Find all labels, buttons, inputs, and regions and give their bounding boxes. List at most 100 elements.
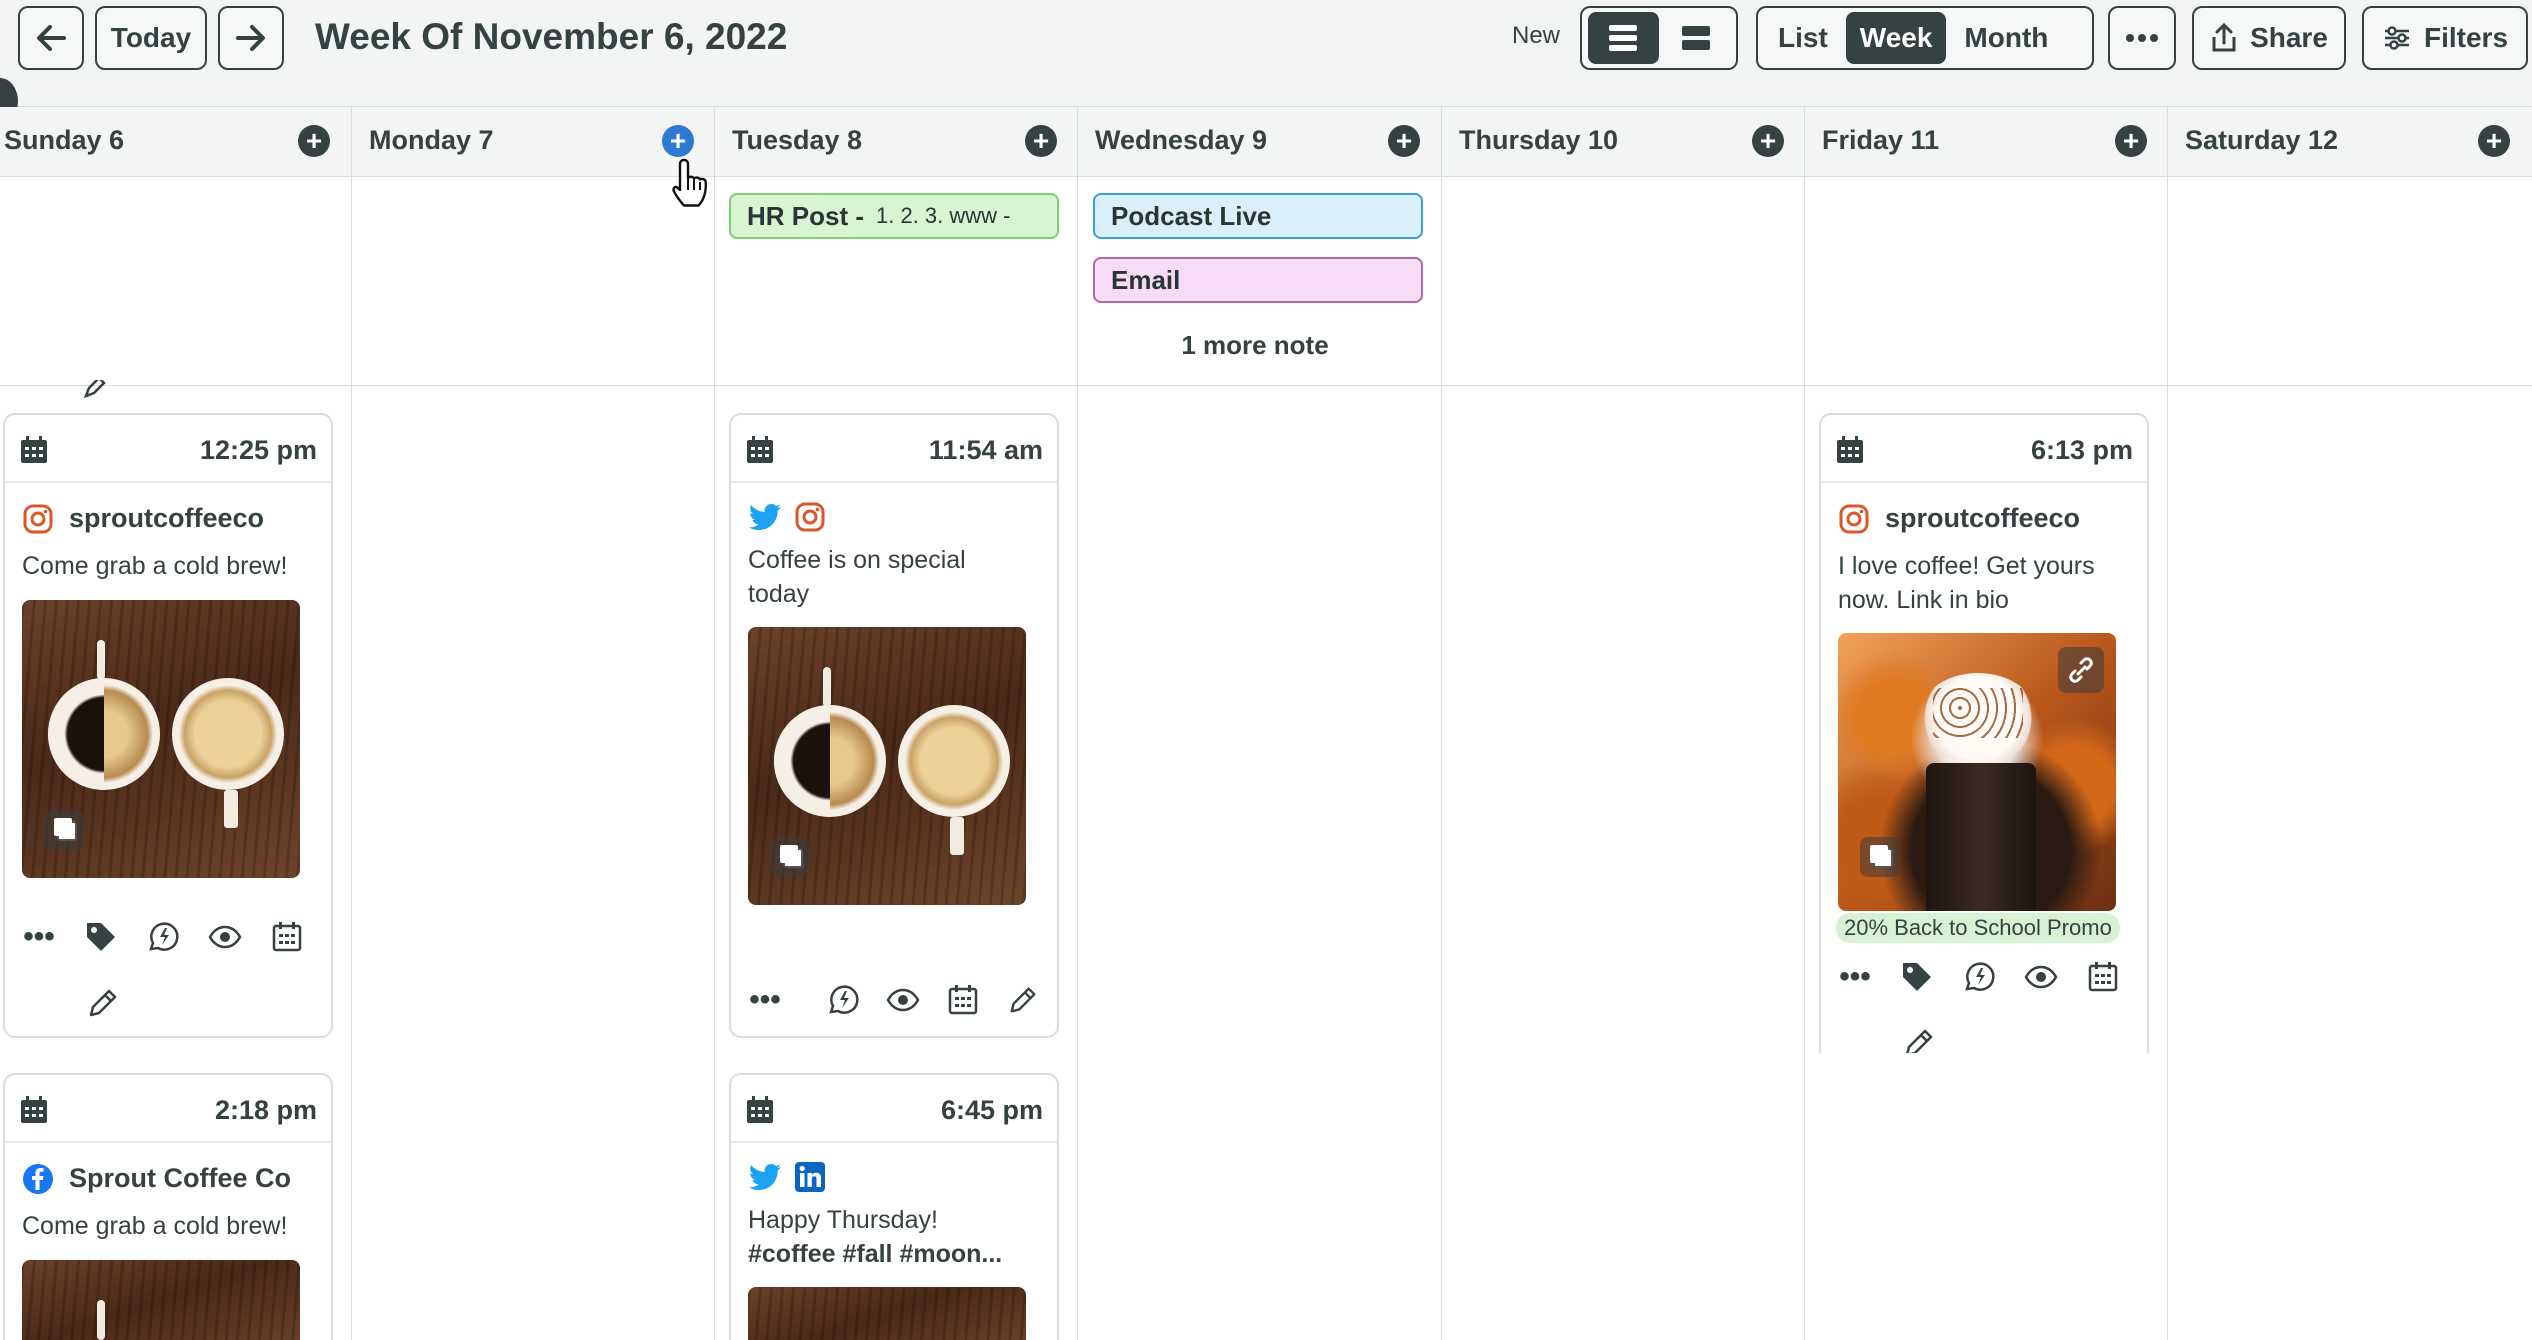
calendar-icon [1837,436,1863,463]
post-card[interactable]: 6:45 pm Happy Thursday! #coffee #fall #m… [729,1073,1059,1340]
view-list-tab[interactable]: List [1764,12,1842,64]
post-card[interactable]: 2:18 pm Sprout Coffee Co Come grab a col… [3,1073,333,1340]
day-header-friday: Friday 11 + [1804,107,2166,177]
share-button[interactable]: Share [2192,6,2346,70]
twitter-icon [749,1163,781,1191]
post-text: I love coffee! Get yours now. Link in bi… [1838,549,2095,617]
toolbar: Today Week Of November 6, 2022 New List … [0,0,2532,107]
pencil-icon[interactable] [82,380,110,398]
view-switcher: List Week Month [1756,6,2094,70]
add-post-friday-button[interactable]: + [2115,125,2147,157]
filters-label: Filters [2423,22,2509,53]
post-image[interactable] [22,1260,300,1340]
arrow-right-icon [236,25,265,51]
day-header-monday: Monday 7 + [351,107,713,177]
post-text-line: Happy Thursday! [748,1206,938,1234]
column-divider [1804,107,1805,1340]
instagram-icon [795,502,825,532]
link-icon [2069,657,2093,683]
layout-toggle [1580,6,1738,70]
note-title: Email [1111,264,1181,295]
add-post-wednesday-button[interactable]: + [1388,125,1420,157]
hand-cursor-icon [672,158,708,207]
add-post-monday-button[interactable]: + [662,125,694,157]
column-divider [1077,107,1078,1340]
post-time: 6:13 pm [2030,435,2133,465]
reschedule-calendar-icon[interactable] [270,920,304,954]
post-time: 12:25 pm [199,435,317,465]
boost-icon[interactable] [826,983,860,1017]
carousel-icon [44,810,84,850]
more-actions-icon[interactable]: ••• [22,920,56,954]
share-icon [2212,23,2236,52]
more-actions-icon[interactable]: ••• [1838,960,1872,994]
previous-week-button[interactable] [18,6,84,70]
reschedule-calendar-icon[interactable] [2086,960,2120,994]
post-text-line: I love coffee! Get yours [1838,552,2095,580]
note-email[interactable]: Email [1093,257,1423,303]
campaign-tag[interactable]: 20% Back to School Promo [1836,913,2120,943]
column-divider [351,107,352,1340]
boost-icon[interactable] [146,920,180,954]
post-text-line: now. Link in bio [1838,586,2009,614]
expanded-layout-button[interactable] [1588,12,1659,64]
more-options-button[interactable] [2108,6,2176,70]
compact-layout-button[interactable] [1663,12,1730,64]
column-divider [714,107,715,1340]
instagram-icon [23,504,53,534]
post-actions: ••• [1838,960,2120,994]
calendar-icon [747,436,773,463]
note-podcast-live[interactable]: Podcast Live [1093,193,1423,239]
add-post-saturday-button[interactable]: + [2478,125,2510,157]
tag-icon[interactable] [1900,960,1934,994]
preview-eye-icon[interactable] [208,920,242,954]
carousel-icon [1860,837,1900,877]
tag-icon[interactable] [84,920,118,954]
post-card-header: 6:45 pm [731,1075,1057,1143]
arrow-left-icon [37,25,66,51]
boost-icon[interactable] [1962,960,1996,994]
carousel-icon [770,837,810,877]
add-post-thursday-button[interactable]: + [1752,125,1784,157]
facebook-icon [23,1164,53,1194]
edit-pencil-icon[interactable] [85,985,121,1021]
more-actions-icon[interactable]: ••• [748,983,782,1017]
day-header-thursday: Thursday 10 + [1441,107,1803,177]
post-image[interactable] [22,600,300,878]
reschedule-calendar-icon[interactable] [946,983,980,1017]
post-card[interactable]: 12:25 pm sproutcoffeeco Come grab a cold… [3,413,333,1038]
next-week-button[interactable] [218,6,284,70]
post-text-line: Coffee is on special [748,546,966,574]
filters-button[interactable]: Filters [2362,6,2528,70]
calendar-icon [21,436,47,463]
today-button[interactable]: Today [95,6,207,70]
sliders-icon [2384,26,2409,50]
add-post-sunday-button[interactable]: + [298,125,330,157]
day-label: Saturday 12 [2185,125,2339,155]
post-card-header: 6:13 pm [1821,415,2147,483]
post-card[interactable]: 11:54 am Coffee is on special today ••• [729,413,1059,1038]
account-name: sproutcoffeeco [69,503,265,533]
note-hr-post[interactable]: HR Post - 1. 2. 3. www - [729,193,1059,239]
preview-eye-icon[interactable] [886,983,920,1017]
post-actions: ••• [22,920,304,954]
add-post-tuesday-button[interactable]: + [1025,125,1057,157]
post-image[interactable] [748,1287,1026,1340]
post-image[interactable] [1838,633,2116,911]
preview-eye-icon[interactable] [2024,960,2058,994]
view-week-tab[interactable]: Week [1845,12,1947,64]
edit-pencil-icon[interactable] [1901,1025,1937,1053]
post-card[interactable]: 6:13 pm sproutcoffeeco I love coffee! Ge… [1819,413,2149,1053]
column-divider [2167,107,2168,1340]
view-month-tab[interactable]: Month [1950,12,2062,64]
post-time: 2:18 pm [214,1095,317,1125]
post-card-header: 11:54 am [731,415,1057,483]
post-time: 6:45 pm [940,1095,1043,1125]
post-text: Come grab a cold brew! [22,1212,288,1240]
twitter-icon [749,503,781,531]
more-notes-link[interactable]: 1 more note [1085,330,1425,361]
day-label: Tuesday 8 [732,125,863,155]
post-image[interactable] [748,627,1026,905]
share-label: Share [2250,22,2328,53]
edit-pencil-icon[interactable] [1006,983,1040,1017]
